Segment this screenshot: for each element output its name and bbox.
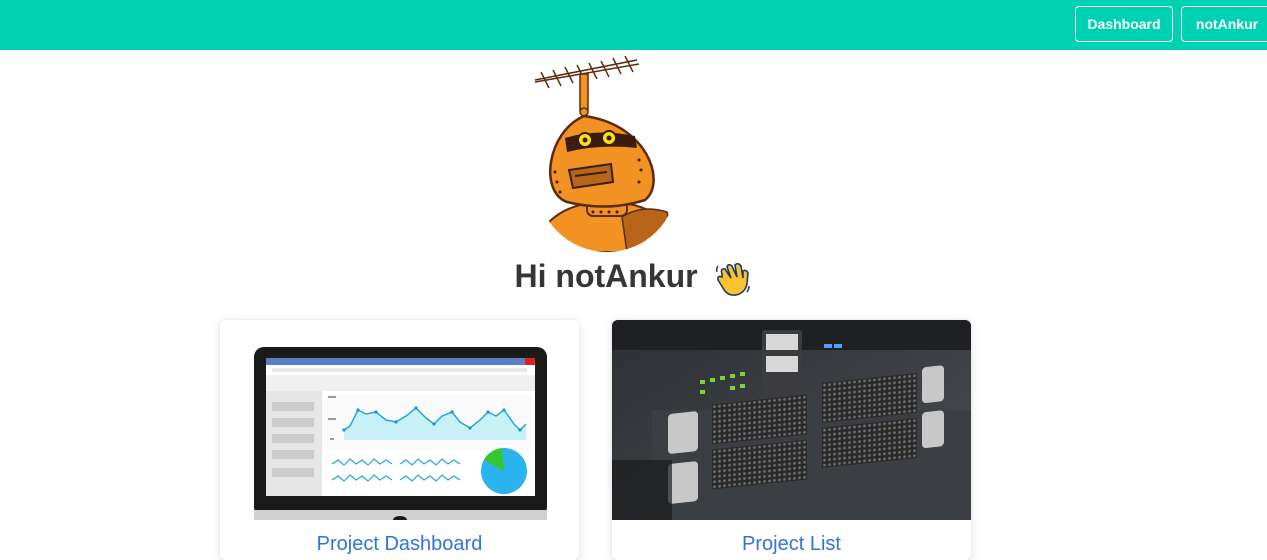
project-dashboard-card[interactable]: Project Dashboard (220, 320, 579, 560)
server-rack-image (612, 320, 971, 520)
robot-avatar (534, 55, 677, 252)
waving-hand-icon (716, 262, 751, 296)
user-menu-button[interactable]: notAnkur (1181, 6, 1267, 42)
project-list-card[interactable]: Project List (612, 320, 971, 560)
project-dashboard-link[interactable]: Project Dashboard (220, 532, 579, 556)
top-navbar: Dashboard notAnkur (0, 0, 1267, 50)
greeting-text: Hi notAnkur (514, 258, 698, 294)
project-list-link[interactable]: Project List (612, 532, 971, 556)
greeting-heading: Hi notAnkur (0, 256, 1267, 298)
dashboard-button[interactable]: Dashboard (1075, 6, 1173, 42)
dashboard-monitor-image (220, 320, 579, 520)
